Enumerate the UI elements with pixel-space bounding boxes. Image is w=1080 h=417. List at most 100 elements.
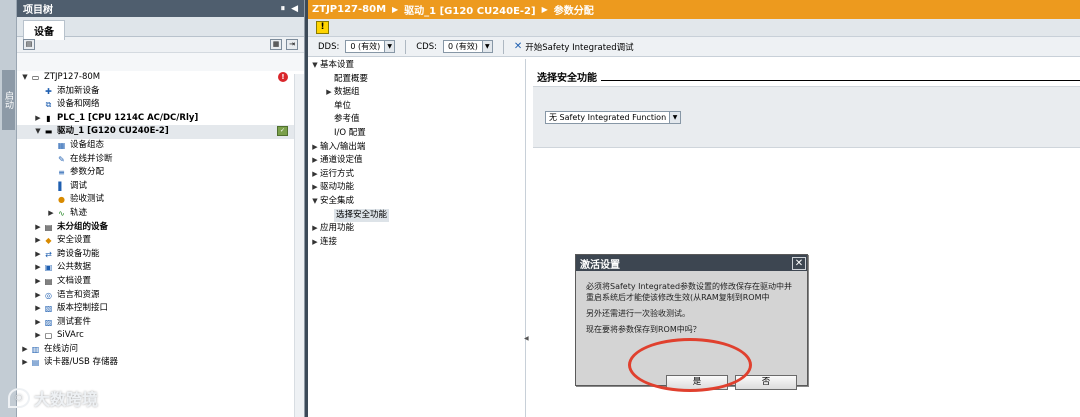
tree-item[interactable]: ▶ ▧ 版本控制接口	[17, 302, 304, 316]
dialog-body: 必须将Safety Integrated参数设置的修改保存在驱动中并重启系统后才…	[576, 271, 807, 335]
language-icon: ◎	[45, 290, 52, 300]
tree-scrollbar[interactable]	[294, 74, 304, 417]
tree-item[interactable]: ▼ ▭ ZTJP127-80M!	[17, 71, 304, 85]
collapsed-arrow-icon[interactable]: ▶	[310, 181, 320, 195]
no-button[interactable]: 否	[735, 375, 797, 390]
collapsed-arrow-icon[interactable]: ▶	[310, 236, 320, 250]
collapsed-arrow-icon[interactable]: ▶	[34, 234, 42, 248]
export-icon[interactable]: ⇥	[286, 39, 298, 50]
nav-item[interactable]: 选择安全功能	[308, 208, 525, 223]
tree-item[interactable]: ✎ 在线并诊断	[17, 153, 304, 167]
tree-item[interactable]: ▶ ▤ 未分组的设备	[17, 221, 304, 235]
tree-item[interactable]: ▶ ⇄ 跨设备功能	[17, 248, 304, 262]
tree-item-label: PLC_1 [CPU 1214C AC/DC/Rly]	[57, 112, 199, 123]
collapsed-arrow-icon[interactable]: ▶	[324, 86, 334, 100]
expanded-arrow-icon[interactable]: ▼	[34, 125, 42, 139]
collapsed-arrow-icon[interactable]: ▶	[34, 261, 42, 275]
nav-item[interactable]: ▶ 数据组	[308, 86, 525, 100]
nav-item[interactable]: ▶ 运行方式	[308, 168, 525, 182]
collapsed-arrow-icon[interactable]: ▶	[34, 302, 42, 316]
tree-item[interactable]: ▼ ▬ 驱动_1 [G120 CU240E-2] ✓	[17, 125, 304, 139]
acceptance-test-icon: ●	[58, 195, 65, 205]
breadcrumb-project[interactable]: ZTJP127-80M	[312, 4, 386, 15]
dds-select[interactable]: 0 (有效) ▼	[345, 40, 396, 53]
collapsed-arrow-icon[interactable]: ▶	[34, 329, 42, 343]
tree-item[interactable]: ▶ ▮ PLC_1 [CPU 1214C AC/DC/Rly]	[17, 112, 304, 126]
start-side-tab[interactable]: 启动	[2, 70, 15, 130]
tree-item[interactable]: ● 验收测试	[17, 193, 304, 207]
tree-item[interactable]: ⧉ 设备和网络	[17, 98, 304, 112]
collapsed-arrow-icon[interactable]: ▶	[21, 343, 29, 357]
nav-item[interactable]: ▶ 应用功能	[308, 222, 525, 236]
tree-item[interactable]: ▶ ▤ 读卡器/USB 存储器	[17, 356, 304, 370]
new-project-icon[interactable]: ▤	[23, 39, 35, 50]
warning-icon[interactable]: !	[316, 21, 329, 34]
nav-item[interactable]: 单位	[308, 100, 525, 114]
watermark-logo-icon: ◉	[8, 388, 30, 408]
cds-select[interactable]: 0 (有效) ▼	[442, 40, 493, 53]
nav-item[interactable]: I/O 配置	[308, 127, 525, 141]
collapsed-arrow-icon[interactable]: ▶	[34, 316, 42, 330]
collapsed-arrow-icon[interactable]: ▶	[34, 248, 42, 262]
tree-item[interactable]: ▶ ▥ 在线访问	[17, 343, 304, 357]
collapsed-arrow-icon[interactable]: ▶	[34, 289, 42, 303]
tree-item[interactable]: ▦ 设备组态	[17, 139, 304, 153]
nav-item[interactable]: ▶ 输入/输出端	[308, 141, 525, 155]
tab-devices[interactable]: 设备	[23, 20, 65, 40]
chevron-down-icon[interactable]: ▼	[481, 41, 492, 52]
ungrouped-devices-icon: ▤	[44, 222, 53, 232]
nav-collapse-handle-icon[interactable]: ◀	[524, 335, 529, 347]
expanded-arrow-icon[interactable]: ▼	[310, 195, 320, 209]
chevron-down-icon[interactable]: ▼	[384, 41, 395, 52]
collapsed-arrow-icon[interactable]: ▶	[34, 112, 42, 126]
nav-item-label: 驱动功能	[320, 182, 355, 193]
collapsed-arrow-icon[interactable]: ▶	[47, 207, 55, 221]
tree-item[interactable]: ▶ ▢ SiVArc	[17, 329, 304, 343]
tree-item[interactable]: ▶ ◎ 语言和资源	[17, 289, 304, 303]
collapsed-arrow-icon[interactable]: ▶	[21, 356, 29, 370]
network-icon: ⧉	[45, 100, 52, 110]
tree-item[interactable]: ✚ 添加新设备	[17, 85, 304, 99]
tree-item[interactable]: ▶ ▤ 文档设置	[17, 275, 304, 289]
expanded-arrow-icon[interactable]: ▼	[21, 71, 29, 85]
yes-button[interactable]: 是	[666, 375, 728, 390]
collapsed-arrow-icon[interactable]: ▶	[310, 222, 320, 236]
collapse-left-icon[interactable]: ◀	[291, 4, 298, 14]
collapsed-arrow-icon[interactable]: ▶	[34, 221, 42, 235]
collapsed-arrow-icon[interactable]: ▶	[310, 154, 320, 168]
project-tree-panel: 项目树 ⏸ ◀ 设备 ▤ ▦ ⇥ ▼ ▭ ZTJP127-80M! ✚ 添加新设备 ⧉ 设备和…	[17, 0, 305, 417]
nav-item-label: 运行方式	[320, 168, 355, 179]
breadcrumb-page[interactable]: 参数分配	[554, 2, 594, 17]
section-divider	[601, 79, 1080, 81]
nav-item[interactable]: ▶ 驱动功能	[308, 181, 525, 195]
breadcrumb-separator-icon: ▶	[392, 5, 399, 14]
nav-item[interactable]: 参考值	[308, 113, 525, 127]
nav-item[interactable]: ▶ 连接	[308, 236, 525, 250]
tree-item-label: 驱动_1 [G120 CU240E-2]	[57, 126, 169, 137]
tree-item[interactable]: ▶ ▨ 测试套件	[17, 316, 304, 330]
collapsed-arrow-icon[interactable]: ▶	[310, 168, 320, 182]
start-safety-commissioning-button[interactable]: ✕ 开始Safety Integrated调试	[514, 41, 634, 53]
nav-item[interactable]: 配置概要	[308, 73, 525, 87]
section-body: 无 Safety Integrated Function ▼	[533, 86, 1080, 148]
safety-function-select[interactable]: 无 Safety Integrated Function ▼	[545, 111, 681, 124]
breadcrumb-device[interactable]: 驱动_1 [G120 CU240E-2]	[404, 2, 535, 17]
expanded-arrow-icon[interactable]: ▼	[310, 59, 320, 73]
close-icon[interactable]: ✕	[792, 256, 806, 270]
nav-item[interactable]: ▼ 安全集成	[308, 195, 525, 209]
tree-item[interactable]: ▶ ∿ 轨迹	[17, 207, 304, 221]
nav-item[interactable]: ▶ 通道设定值	[308, 154, 525, 168]
tree-item[interactable]: ▶ ▣ 公共数据	[17, 261, 304, 275]
tree-item-label: 验收测试	[70, 194, 105, 205]
tree-item[interactable]: ≡ 参数分配	[17, 166, 304, 180]
table-view-icon[interactable]: ▦	[270, 39, 282, 50]
tree-item[interactable]: ▌ 调试	[17, 180, 304, 194]
collapsed-arrow-icon[interactable]: ▶	[310, 141, 320, 155]
nav-item-label: 选择安全功能	[334, 208, 390, 223]
chevron-down-icon[interactable]: ▼	[669, 112, 680, 123]
tree-item[interactable]: ▶ ◆ 安全设置	[17, 234, 304, 248]
editor-toolbar: DDS: 0 (有效) ▼ CDS: 0 (有效) ▼ ✕ 开始Safety I…	[308, 37, 1080, 57]
collapsed-arrow-icon[interactable]: ▶	[34, 275, 42, 289]
nav-item[interactable]: ▼ 基本设置	[308, 59, 525, 73]
pin-icon[interactable]: ⏸	[281, 4, 286, 14]
